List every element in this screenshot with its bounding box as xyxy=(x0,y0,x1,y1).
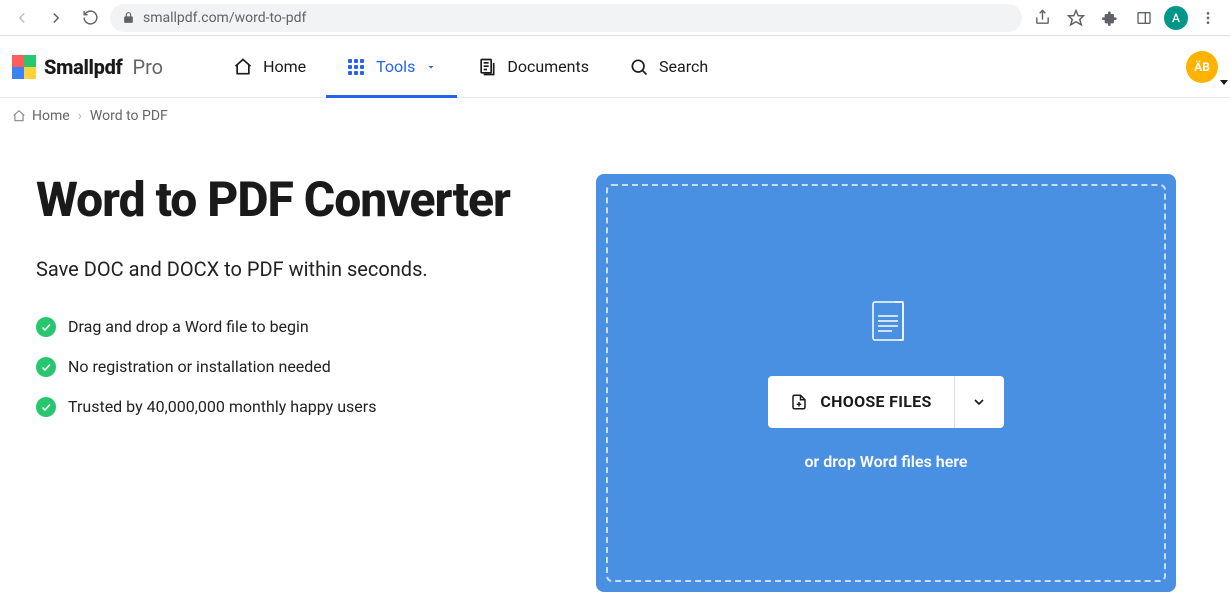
page-title: Word to PDF Converter xyxy=(36,174,556,227)
document-stack-icon xyxy=(858,296,914,352)
brand-name: Smallpdf xyxy=(44,55,122,79)
browser-forward-button[interactable] xyxy=(42,4,70,32)
nav-documents-label: Documents xyxy=(507,57,589,76)
nav-search-label: Search xyxy=(659,57,708,76)
panel-icon[interactable] xyxy=(1130,4,1158,32)
feature-item: Drag and drop a Word file to begin xyxy=(36,317,556,337)
feature-text: No registration or installation needed xyxy=(68,357,331,376)
lock-icon xyxy=(122,11,135,24)
brand-logo-mark xyxy=(12,55,36,79)
choose-files-dropdown[interactable] xyxy=(954,376,1004,428)
browser-url-text: smallpdf.com/word-to-pdf xyxy=(143,10,306,26)
site-header: Smallpdf Pro Home Tools Documents xyxy=(0,36,1230,98)
content-left: Word to PDF Converter Save DOC and DOCX … xyxy=(36,174,556,592)
choose-files-button[interactable]: CHOOSE FILES xyxy=(768,376,953,428)
breadcrumb-home[interactable]: Home xyxy=(12,108,70,124)
file-dropzone[interactable]: CHOOSE FILES or drop Word files here xyxy=(596,174,1176,592)
breadcrumb: Home › Word to PDF xyxy=(0,98,1230,134)
caret-down-icon xyxy=(1220,80,1228,85)
feature-text: Trusted by 40,000,000 monthly happy user… xyxy=(68,397,376,416)
bookmark-star-icon[interactable] xyxy=(1062,4,1090,32)
primary-nav: Home Tools Documents Search xyxy=(213,36,728,97)
feature-list: Drag and drop a Word file to begin No re… xyxy=(36,317,556,417)
browser-menu-icon[interactable] xyxy=(1194,4,1222,32)
browser-url-bar[interactable]: smallpdf.com/word-to-pdf xyxy=(110,4,1022,32)
choose-files-label: CHOOSE FILES xyxy=(820,392,931,411)
home-icon xyxy=(233,57,253,77)
feature-item: No registration or installation needed xyxy=(36,357,556,377)
nav-home[interactable]: Home xyxy=(213,36,326,97)
brand-tier: Pro xyxy=(132,55,163,79)
page-subtitle: Save DOC and DOCX to PDF within seconds. xyxy=(36,257,556,281)
documents-icon xyxy=(477,57,497,77)
file-add-icon xyxy=(790,393,808,411)
main-content: Word to PDF Converter Save DOC and DOCX … xyxy=(0,134,1230,592)
browser-reload-button[interactable] xyxy=(76,4,104,32)
check-icon xyxy=(36,317,56,337)
home-icon xyxy=(12,109,26,123)
nav-tools-label: Tools xyxy=(376,57,415,76)
share-icon[interactable] xyxy=(1028,4,1056,32)
feature-item: Trusted by 40,000,000 monthly happy user… xyxy=(36,397,556,417)
extensions-icon[interactable] xyxy=(1096,4,1124,32)
chevron-down-icon xyxy=(971,394,987,410)
feature-text: Drag and drop a Word file to begin xyxy=(68,317,309,336)
check-icon xyxy=(36,357,56,377)
user-initials: ÄB xyxy=(1194,60,1210,74)
nav-search[interactable]: Search xyxy=(609,36,728,97)
nav-home-label: Home xyxy=(263,57,306,76)
browser-profile-avatar[interactable]: A xyxy=(1164,6,1188,30)
browser-back-button[interactable] xyxy=(8,4,36,32)
content-right: CHOOSE FILES or drop Word files here xyxy=(596,174,1194,592)
search-icon xyxy=(629,57,649,77)
nav-tools[interactable]: Tools xyxy=(326,36,457,97)
grid-icon xyxy=(346,57,366,77)
brand-logo[interactable]: Smallpdf Pro xyxy=(12,55,163,79)
dropzone-hint: or drop Word files here xyxy=(804,452,967,471)
breadcrumb-separator: › xyxy=(78,108,82,124)
choose-files-row: CHOOSE FILES xyxy=(768,376,1003,428)
check-icon xyxy=(36,397,56,417)
browser-chrome: smallpdf.com/word-to-pdf A xyxy=(0,0,1230,36)
breadcrumb-current: Word to PDF xyxy=(90,108,168,124)
chevron-down-icon xyxy=(425,61,437,73)
user-avatar-menu[interactable]: ÄB xyxy=(1186,51,1218,83)
dropzone-inner: CHOOSE FILES or drop Word files here xyxy=(606,184,1166,582)
nav-documents[interactable]: Documents xyxy=(457,36,609,97)
